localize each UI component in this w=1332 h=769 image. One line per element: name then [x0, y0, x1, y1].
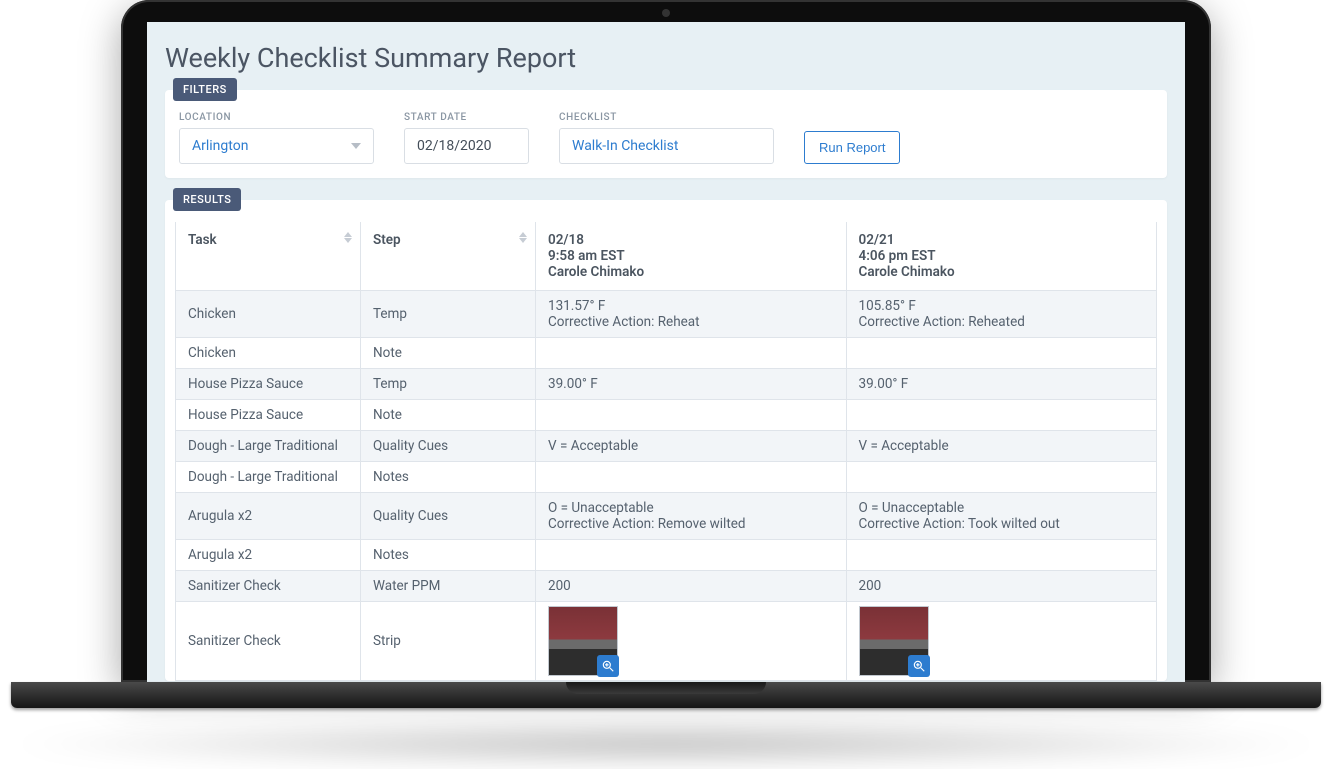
cell-value — [846, 602, 1157, 681]
checklist-label: CHECKLIST — [559, 112, 774, 123]
location-select[interactable]: Arlington — [179, 128, 374, 164]
filters-panel: FILTERS LOCATION Arlington START DATE — [165, 90, 1167, 178]
location-value: Arlington — [192, 138, 248, 154]
table-row: Sanitizer CheckStrip — [176, 602, 1157, 681]
cell-task: House Pizza Sauce — [176, 369, 361, 400]
cell-task: Arugula x2 — [176, 493, 361, 540]
cell-step: Quality Cues — [361, 493, 536, 540]
sort-icon — [519, 232, 527, 243]
results-panel: RESULTS Task Step — [165, 200, 1167, 681]
d1-time: 9:58 am EST — [548, 248, 834, 264]
chevron-down-icon — [351, 143, 361, 149]
cell-value: 200 — [846, 571, 1157, 602]
d2-time: 4:06 pm EST — [859, 248, 1145, 264]
photo-thumbnail[interactable] — [548, 606, 618, 676]
cell-value — [846, 462, 1157, 493]
col-task-label: Task — [188, 232, 217, 248]
table-row: Dough - Large TraditionalNotes — [176, 462, 1157, 493]
screen: Weekly Checklist Summary Report FILTERS … — [147, 22, 1185, 682]
table-row: Arugula x2Quality CuesO = UnacceptableCo… — [176, 493, 1157, 540]
start-date-field: START DATE 02/18/2020 — [404, 112, 529, 164]
cell-value: 39.00° F — [536, 369, 847, 400]
cell-value: V = Acceptable — [536, 431, 847, 462]
cell-step: Notes — [361, 462, 536, 493]
cell-value — [536, 602, 847, 681]
d2-date: 02/21 — [859, 232, 1145, 248]
d1-user: Carole Chimako — [548, 264, 834, 280]
cell-task: Dough - Large Traditional — [176, 431, 361, 462]
checklist-field: CHECKLIST Walk-In Checklist — [559, 112, 774, 164]
start-date-label: START DATE — [404, 112, 529, 123]
cell-value: O = UnacceptableCorrective Action: Took … — [846, 493, 1157, 540]
cell-task: Arugula x2 — [176, 540, 361, 571]
cell-value — [846, 400, 1157, 431]
cell-value — [536, 338, 847, 369]
cell-step: Water PPM — [361, 571, 536, 602]
cell-task: House Pizza Sauce — [176, 400, 361, 431]
laptop-device: Weekly Checklist Summary Report FILTERS … — [121, 0, 1211, 722]
cell-value: 105.85° FCorrective Action: Reheated — [846, 291, 1157, 338]
location-field: LOCATION Arlington — [179, 112, 374, 164]
table-row: ChickenNote — [176, 338, 1157, 369]
col-header-task[interactable]: Task — [176, 222, 361, 291]
location-label: LOCATION — [179, 112, 374, 123]
cell-task: Chicken — [176, 338, 361, 369]
table-row: House Pizza SauceNote — [176, 400, 1157, 431]
cell-value: 131.57° FCorrective Action: Reheat — [536, 291, 847, 338]
table-row: House Pizza SauceTemp39.00° F39.00° F — [176, 369, 1157, 400]
cell-value: 39.00° F — [846, 369, 1157, 400]
photo-thumbnail[interactable] — [859, 606, 929, 676]
cell-task: Chicken — [176, 291, 361, 338]
col-header-step[interactable]: Step — [361, 222, 536, 291]
device-shadow — [0, 719, 1332, 769]
col-header-date1: 02/18 9:58 am EST Carole Chimako — [536, 222, 847, 291]
cell-task: Sanitizer Check — [176, 571, 361, 602]
cell-value — [536, 400, 847, 431]
checklist-value: Walk-In Checklist — [572, 138, 678, 154]
table-row: ChickenTemp131.57° FCorrective Action: R… — [176, 291, 1157, 338]
col-header-date2: 02/21 4:06 pm EST Carole Chimako — [846, 222, 1157, 291]
cell-step: Notes — [361, 540, 536, 571]
start-date-input[interactable]: 02/18/2020 — [404, 128, 529, 164]
cell-value: O = UnacceptableCorrective Action: Remov… — [536, 493, 847, 540]
zoom-icon[interactable] — [597, 655, 619, 677]
cell-value — [536, 540, 847, 571]
cell-step: Note — [361, 400, 536, 431]
cell-step: Note — [361, 338, 536, 369]
page-title: Weekly Checklist Summary Report — [165, 42, 1167, 74]
checklist-select[interactable]: Walk-In Checklist — [559, 128, 774, 164]
cell-step: Strip — [361, 602, 536, 681]
cell-step: Temp — [361, 369, 536, 400]
run-report-button[interactable]: Run Report — [804, 131, 900, 164]
cell-task: Dough - Large Traditional — [176, 462, 361, 493]
d1-date: 02/18 — [548, 232, 834, 248]
cell-value — [536, 462, 847, 493]
d2-user: Carole Chimako — [859, 264, 1145, 280]
camera-dot — [662, 9, 670, 17]
laptop-base — [121, 682, 1211, 722]
filters-tag: FILTERS — [173, 78, 237, 101]
cell-value — [846, 338, 1157, 369]
cell-value: V = Acceptable — [846, 431, 1157, 462]
screen-frame: Weekly Checklist Summary Report FILTERS … — [121, 0, 1211, 682]
zoom-icon[interactable] — [908, 655, 930, 677]
results-tag: RESULTS — [173, 188, 241, 211]
cell-task: Sanitizer Check — [176, 602, 361, 681]
table-row: Sanitizer CheckWater PPM200200 — [176, 571, 1157, 602]
sort-icon — [344, 232, 352, 243]
start-date-value: 02/18/2020 — [417, 138, 492, 154]
table-row: Arugula x2Notes — [176, 540, 1157, 571]
trackpad-notch — [566, 682, 766, 694]
cell-step: Temp — [361, 291, 536, 338]
col-step-label: Step — [373, 232, 401, 248]
table-row: Dough - Large TraditionalQuality CuesV =… — [176, 431, 1157, 462]
results-table: Task Step 02/18 9:58 am EST — [175, 222, 1157, 681]
cell-value — [846, 540, 1157, 571]
cell-value: 200 — [536, 571, 847, 602]
cell-step: Quality Cues — [361, 431, 536, 462]
